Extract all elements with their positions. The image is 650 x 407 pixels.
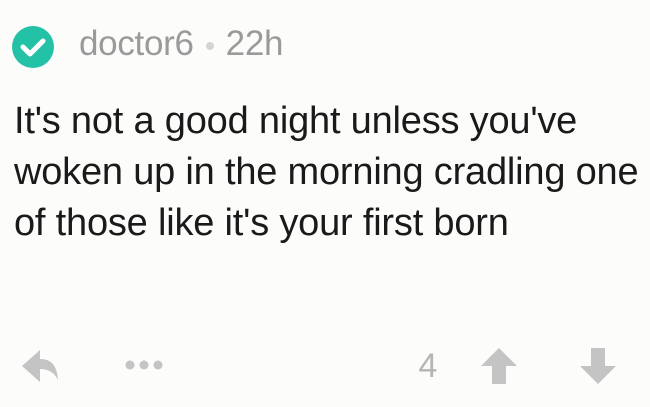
vote-score: 4 [418,347,438,385]
downvote-button[interactable] [575,344,621,388]
comment-card: doctor6 22h It's not a good night unless… [0,0,650,407]
comment-body: It's not a good night unless you've woke… [14,100,639,244]
meta-separator-dot [205,42,214,50]
reply-arrow-icon [22,350,58,382]
comment-author[interactable]: doctor6 [79,24,194,64]
more-options-button[interactable] [120,350,168,380]
comment-actions: 4 [0,340,650,390]
more-dots-icon [125,360,163,370]
upvote-arrow-icon [481,348,517,384]
comment-header: doctor6 22h [12,22,284,68]
verified-check-icon [12,26,54,68]
reply-button[interactable] [16,344,64,388]
comment-timestamp: 22h [225,24,284,63]
upvote-button[interactable] [476,344,522,388]
downvote-arrow-icon [580,348,616,384]
